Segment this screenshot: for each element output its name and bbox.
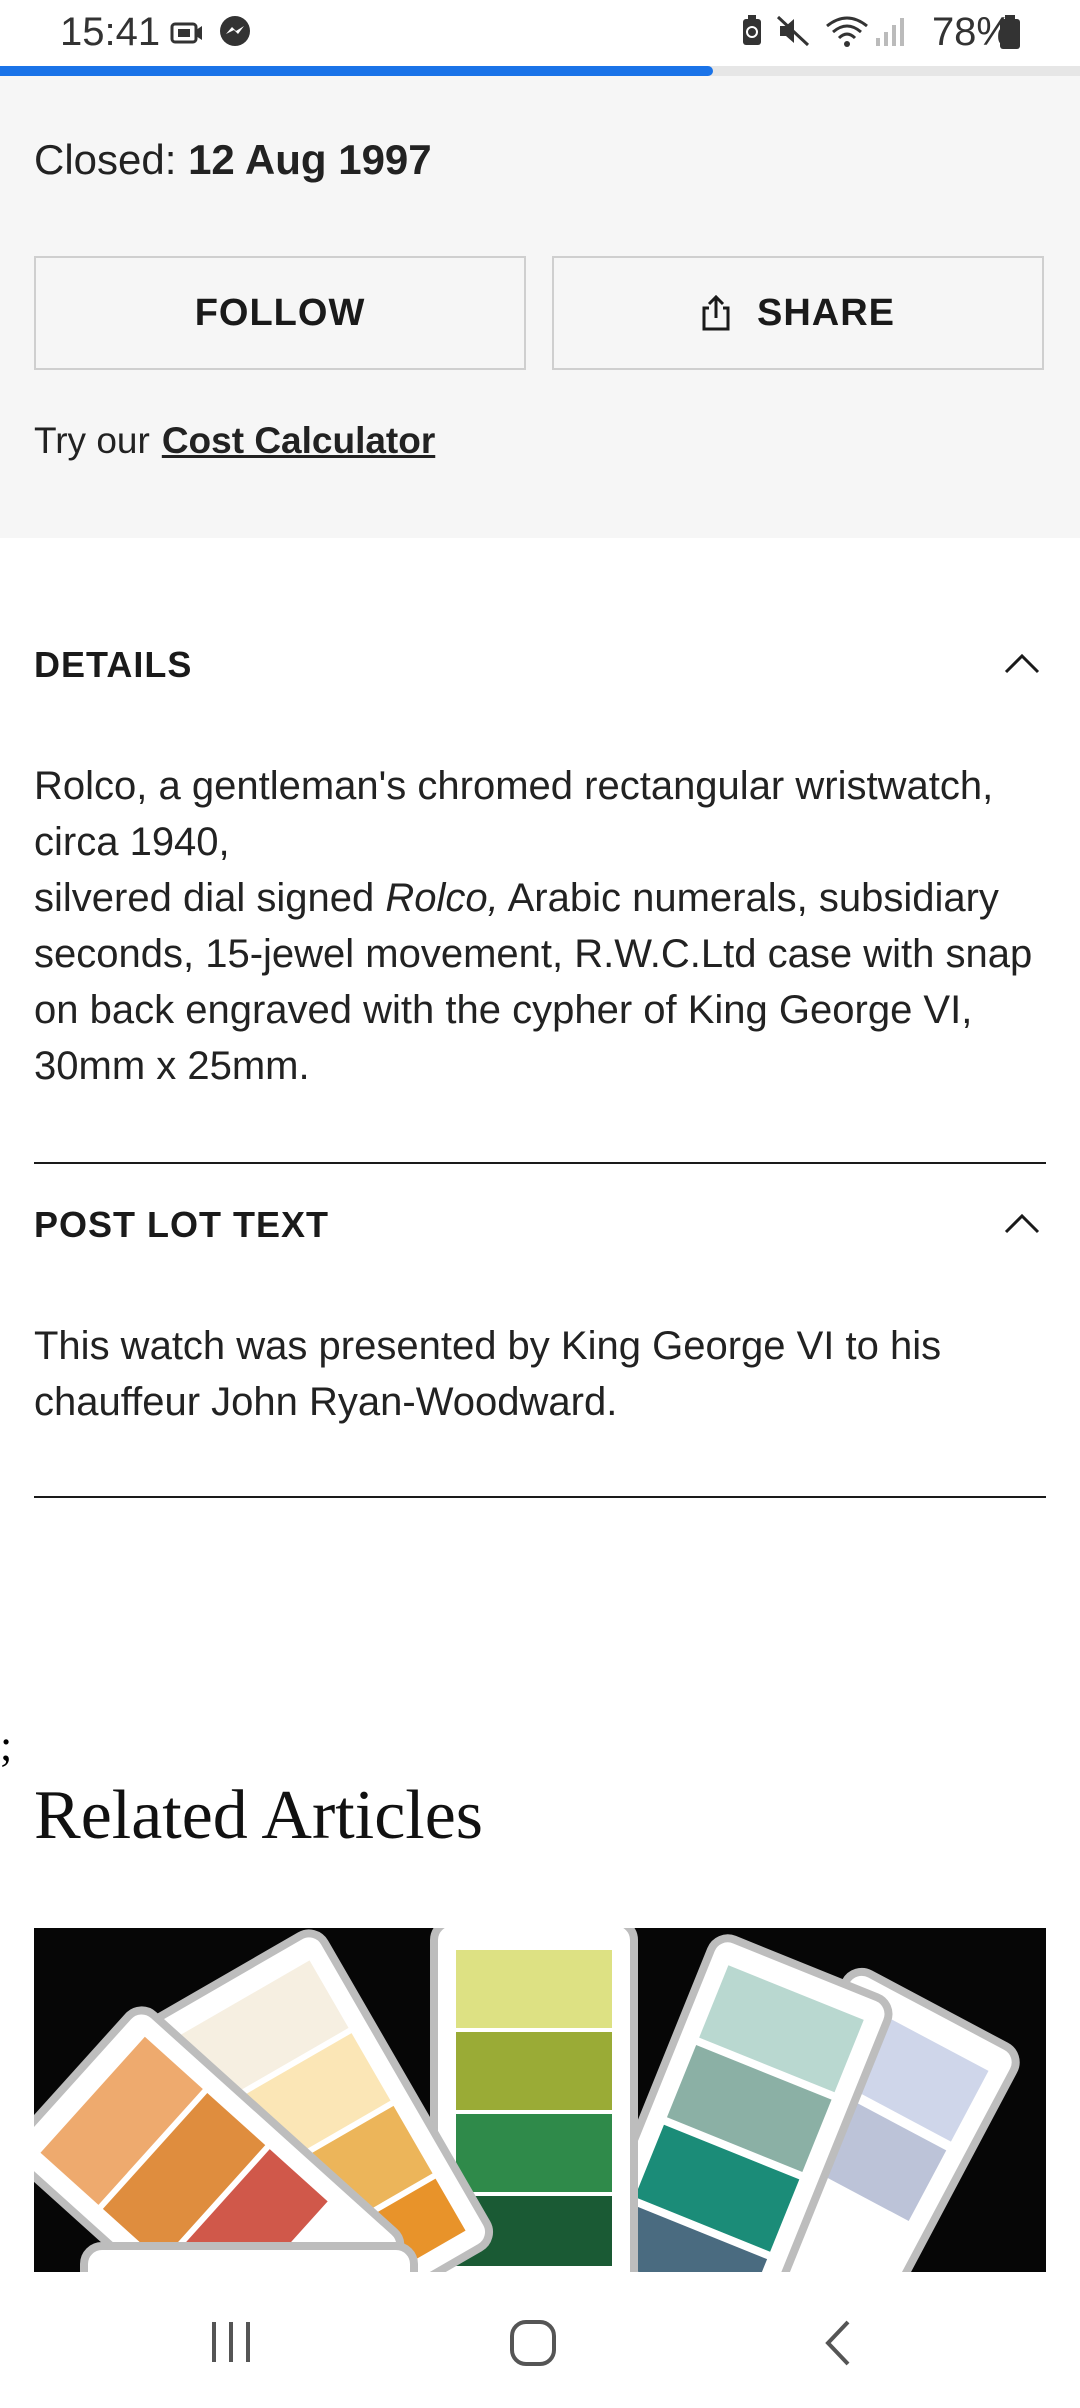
cost-calculator-line: Try our Cost Calculator [34, 420, 435, 462]
back-icon[interactable] [820, 2318, 854, 2368]
page-progress-fill [0, 66, 713, 76]
details-italic-signature: Rolco, [385, 876, 499, 920]
post-lot-chevron-up-icon[interactable] [1002, 1208, 1042, 1238]
closed-date-line: Closed: 12 Aug 1997 [34, 136, 432, 184]
details-text: Rolco, a gentleman's chromed rectangular… [34, 758, 1054, 1094]
battery-icon [1000, 15, 1020, 49]
status-time: 15:41 [60, 10, 161, 54]
details-chevron-up-icon[interactable] [1002, 648, 1042, 678]
battery-saver-icon [743, 15, 761, 45]
post-lot-text-header[interactable]: POST LOT TEXT [34, 1204, 329, 1246]
section-divider [34, 1496, 1046, 1498]
camera-notification-icon [170, 22, 202, 44]
closed-label: Closed: [34, 136, 177, 183]
status-bar: 15:41 78% [0, 0, 1080, 62]
page-progress-bar [0, 66, 1080, 76]
cost-calculator-link[interactable]: Cost Calculator [162, 420, 435, 461]
post-lot-text: This watch was presented by King George … [34, 1324, 942, 1424]
home-icon[interactable] [508, 2318, 558, 2368]
recent-apps-icon[interactable] [206, 2320, 256, 2364]
details-header[interactable]: DETAILS [34, 644, 192, 686]
messenger-icon [220, 16, 250, 46]
signal-icon [876, 18, 904, 46]
follow-button[interactable]: FOLLOW [34, 256, 526, 370]
stray-semicolon: ; [0, 1721, 13, 1770]
share-button[interactable]: SHARE [552, 256, 1044, 370]
section-divider [34, 1162, 1046, 1164]
details-text-part: silvered dial signed [34, 876, 386, 920]
system-navigation-bar [0, 2272, 1080, 2408]
share-icon [702, 294, 730, 331]
closed-date: 12 Aug 1997 [188, 136, 432, 183]
color-swatch-fan-illustration [34, 1928, 1046, 2272]
lot-summary-panel: Closed: 12 Aug 1997 FOLLOW SHARE Try our… [0, 76, 1080, 538]
share-label: SHARE [756, 291, 896, 334]
details-line-1: Rolco, a gentleman's chromed rectangular… [34, 764, 994, 864]
mute-icon [776, 15, 810, 47]
follow-label: FOLLOW [194, 291, 366, 334]
details-line-2: silvered dial signed Rolco, Arabic numer… [34, 870, 1054, 1094]
related-article-image[interactable] [34, 1928, 1046, 2272]
calc-prefix: Try our [34, 420, 150, 461]
related-articles-heading: Related Articles [34, 1777, 484, 1854]
wifi-icon [826, 16, 868, 47]
